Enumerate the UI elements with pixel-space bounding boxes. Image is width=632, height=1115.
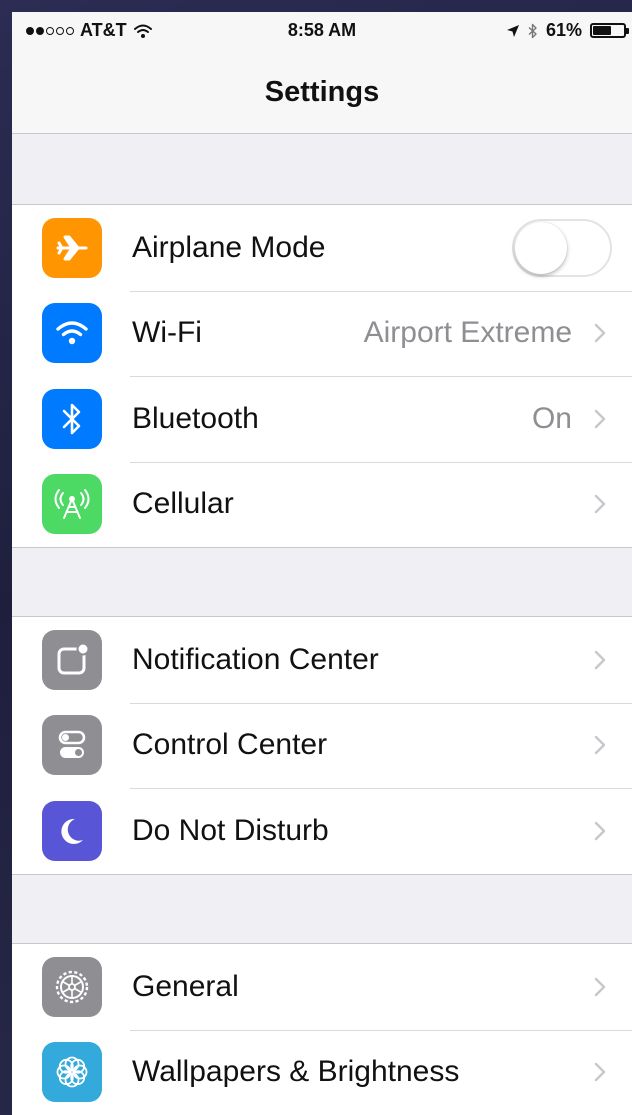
chevron-right-icon	[594, 324, 606, 343]
settings-row-cellular[interactable]: Cellular	[12, 461, 632, 548]
battery-percent: 61%	[545, 20, 582, 40]
settings-row-label: Bluetooth	[132, 401, 259, 435]
settings-screen: AT&T 8:58 AM 61% Settings Airplane Mode …	[12, 12, 632, 1115]
settings-row-control-center[interactable]: Control Center	[12, 702, 632, 789]
page-title: Settings	[264, 76, 380, 108]
toggle-knob	[515, 221, 567, 274]
settings-row-label: Do Not Disturb	[132, 813, 329, 847]
cellular-antenna-icon	[42, 474, 102, 535]
settings-row-label: Control Center	[132, 728, 328, 762]
battery-icon	[590, 23, 629, 38]
wifi-icon	[42, 303, 102, 364]
airplane-icon	[42, 217, 102, 278]
airplane-mode-toggle[interactable]	[512, 218, 612, 277]
wallpaper-flower-icon	[42, 1042, 102, 1103]
settings-group-connectivity: Airplane Mode Wi-Fi Airport Extreme Blue…	[12, 204, 632, 548]
settings-row-bluetooth[interactable]: Bluetooth On	[12, 376, 632, 462]
settings-row-airplane-mode[interactable]: Airplane Mode	[12, 205, 632, 291]
bluetooth-icon	[528, 23, 537, 38]
chevron-right-icon	[594, 977, 606, 996]
bluetooth-icon	[42, 388, 102, 449]
moon-icon	[42, 800, 102, 861]
chevron-right-icon	[594, 821, 606, 840]
wifi-network-name: Airport Extreme	[363, 316, 572, 350]
settings-row-wifi[interactable]: Wi-Fi Airport Extreme	[12, 290, 632, 377]
settings-row-notification-center[interactable]: Notification Center	[12, 617, 632, 703]
settings-row-label: Wallpapers & Brightness	[132, 1055, 460, 1089]
bluetooth-status: On	[531, 401, 572, 435]
settings-row-label: Wi-Fi	[132, 316, 202, 350]
location-arrow-icon	[506, 24, 519, 37]
chevron-right-icon	[594, 736, 606, 755]
chevron-right-icon	[594, 650, 606, 669]
status-bar: AT&T 8:58 AM 61%	[12, 12, 632, 52]
battery-fill	[593, 26, 612, 35]
status-bar-right: 61%	[506, 20, 629, 41]
settings-row-label: General	[132, 969, 239, 1003]
gear-icon	[42, 956, 102, 1017]
settings-row-do-not-disturb[interactable]: Do Not Disturb	[12, 788, 632, 874]
settings-group-general: General Wallpapers & Brightness	[12, 943, 632, 1115]
chevron-right-icon	[594, 495, 606, 514]
settings-row-general[interactable]: General	[12, 944, 632, 1030]
settings-group-notifications: Notification Center Control Center Do No…	[12, 616, 632, 875]
settings-row-label: Airplane Mode	[132, 230, 326, 264]
settings-row-label: Cellular	[132, 487, 234, 521]
settings-row-wallpapers-brightness[interactable]: Wallpapers & Brightness	[12, 1029, 632, 1115]
chevron-right-icon	[594, 1063, 606, 1082]
chevron-right-icon	[594, 409, 606, 428]
navigation-bar: Settings	[12, 52, 632, 134]
settings-row-label: Notification Center	[132, 642, 379, 676]
notification-center-icon	[42, 629, 102, 690]
control-center-icon	[42, 715, 102, 776]
